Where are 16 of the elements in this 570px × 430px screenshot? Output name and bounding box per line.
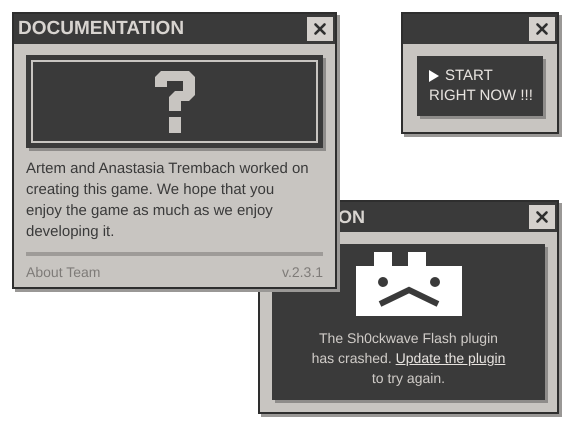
version-label: v.2.3.1 xyxy=(282,263,323,282)
close-button[interactable] xyxy=(529,205,555,229)
crash-message: The Sh0ckwave Flash plugin has crashed. Update the plugin to try again. xyxy=(312,329,506,388)
close-icon xyxy=(533,208,551,226)
close-icon xyxy=(311,20,329,38)
close-button[interactable] xyxy=(529,17,555,41)
sad-plugin-icon xyxy=(356,252,462,316)
play-icon xyxy=(429,70,439,82)
close-button[interactable] xyxy=(307,17,333,41)
description-text: Artem and Anastasia Trembach worked on creating this game. We hope that you enjoy the game as much as we enjoy developing it. xyxy=(26,159,310,242)
close-icon xyxy=(533,20,551,38)
start-button[interactable]: START RIGHT NOW !!! xyxy=(417,56,543,116)
window-title: ON xyxy=(338,206,365,228)
update-link[interactable]: Update the plugin xyxy=(396,350,506,366)
question-mark-icon xyxy=(154,70,194,132)
window-title: DOCUMENTATION xyxy=(18,16,184,41)
